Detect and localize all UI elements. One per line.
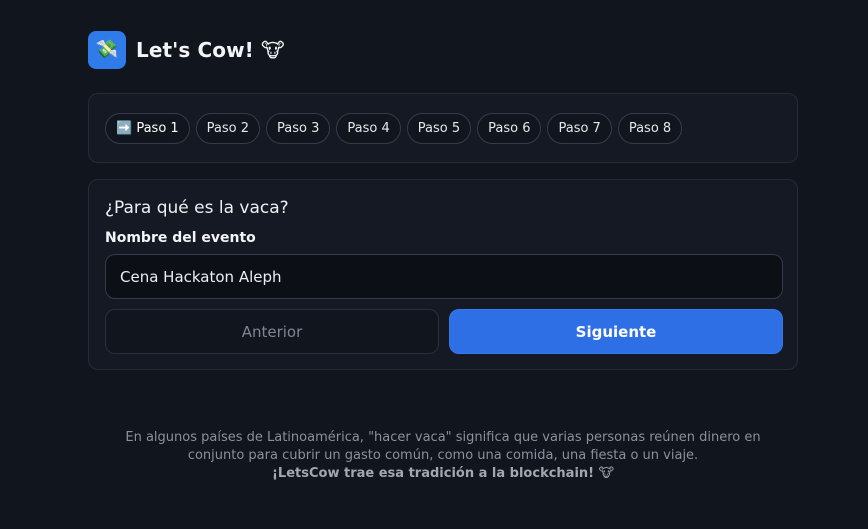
step-pill-8[interactable]: Paso 8	[617, 112, 683, 144]
step-pill-1[interactable]: ➡️ Paso 1	[105, 112, 190, 144]
footer-line-2: conjunto para cubrir un gasto común, com…	[187, 448, 699, 463]
step-pill-5[interactable]: Paso 5	[406, 112, 472, 144]
app-title: Let's Cow! 🐮	[136, 38, 285, 62]
step-pill-3[interactable]: Paso 3	[266, 112, 331, 144]
step-pill-6[interactable]: Paso 6	[477, 112, 542, 144]
previous-button[interactable]: Anterior	[105, 309, 439, 354]
next-button[interactable]: Siguiente	[449, 309, 783, 354]
event-form: ¿Para qué es la vaca? Nombre del evento …	[88, 179, 798, 370]
footer-tagline: ¡LetsCow trae esa tradición a la blockch…	[272, 466, 614, 481]
step-pill-4[interactable]: Paso 4	[336, 112, 401, 144]
event-name-input[interactable]	[105, 254, 783, 299]
app-header: 💸 Let's Cow! 🐮	[88, 31, 285, 69]
form-question: ¿Para qué es la vaca?	[105, 198, 289, 218]
footer-line-1: En algunos países de Latinoamérica, "hac…	[125, 430, 761, 445]
steps-nav: ➡️ Paso 1 Paso 2 Paso 3 Paso 4 Paso 5 Pa…	[88, 93, 798, 163]
step-pill-7[interactable]: Paso 7	[547, 112, 612, 144]
money-wings-icon: 💸	[88, 31, 126, 69]
event-name-label: Nombre del evento	[105, 230, 256, 246]
step-pill-2[interactable]: Paso 2	[195, 112, 261, 144]
footer-description: En algunos países de Latinoamérica, "hac…	[88, 429, 798, 483]
